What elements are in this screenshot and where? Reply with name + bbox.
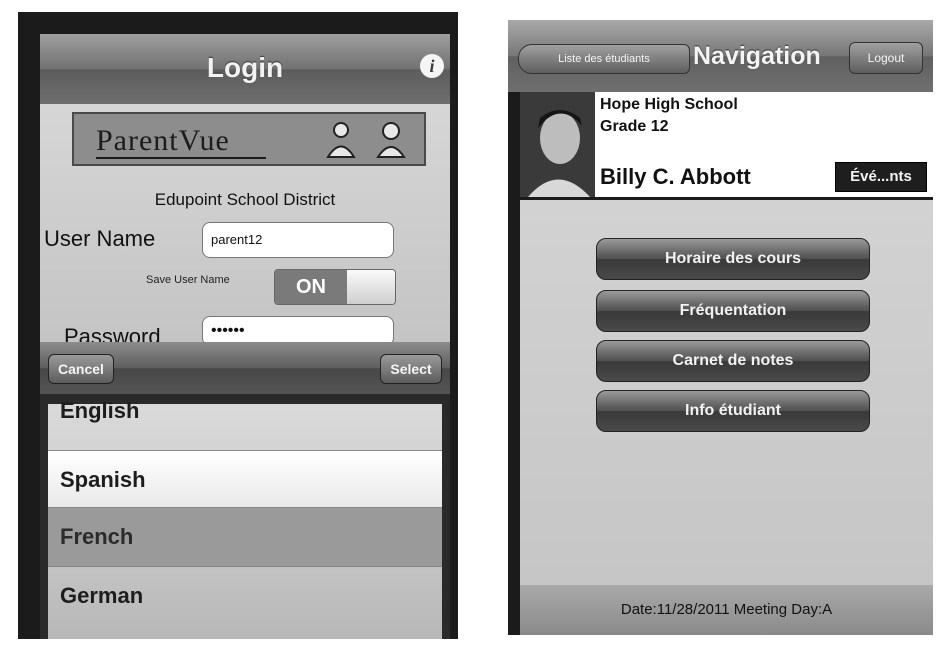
student-list-back-button[interactable]: Liste des étudiants [518,44,690,74]
district-name: Edupoint School District [154,190,336,209]
username-field[interactable]: parent12 [202,222,394,258]
toggle-knob [347,270,395,304]
date-status-bar: Date:11/28/2011 Meeting Day:A [520,585,933,635]
save-username-toggle[interactable]: ON [274,269,396,305]
picker-wheel[interactable]: English Spanish French German [48,398,442,639]
navigation-screen: Liste des étudiants Navigation Logout Ho… [508,20,933,635]
menu-student-info-button[interactable]: Info étudiant [596,390,870,432]
login-title: Login [206,52,284,83]
navigation-title: Navigation [693,42,821,70]
logout-button[interactable]: Logout [849,42,923,74]
student-card: Hope High School Grade 12 Billy C. Abbot… [520,92,933,197]
student-figure-icon [376,122,406,158]
logo-underline [96,157,266,159]
language-picker[interactable]: English Spanish French German [40,394,450,639]
login-form: ParentVue Edupoint School District User … [40,104,450,349]
picker-option-german[interactable]: German [48,566,442,624]
student-name: Billy C. Abbott [600,164,751,189]
events-button[interactable]: Évé...nts [835,162,927,192]
menu-gradebook-button[interactable]: Carnet de notes [596,340,870,382]
save-username-label: Save User Name [146,274,230,286]
school-name: Hope High School [600,96,738,113]
menu-schedule-button[interactable]: Horaire des cours [596,238,870,280]
district-name-row: Edupoint School District [40,190,450,210]
username-label: User Name [44,226,156,251]
select-button[interactable]: Select [380,354,442,384]
picker-option-english[interactable]: English [48,382,442,440]
cancel-button[interactable]: Cancel [48,354,114,384]
parentvue-logo: ParentVue [72,112,426,166]
toggle-on-label: ON [275,270,347,304]
login-screen: Login i ParentVue Edupoint School Distri… [18,12,458,639]
login-nav-bar: Login i [40,34,450,104]
navigation-menu: Horaire des cours Fréquentation Carnet d… [520,200,933,585]
picker-option-spanish[interactable]: Spanish [48,450,442,508]
menu-attendance-button[interactable]: Fréquentation [596,290,870,332]
parent-figure-icon [326,122,356,158]
info-icon[interactable]: i [420,54,444,78]
student-grade: Grade 12 [600,118,669,135]
student-photo [520,92,595,197]
navigation-nav-bar: Liste des étudiants Navigation Logout [508,20,933,92]
picker-option-french[interactable]: French [48,508,442,566]
student-portrait-icon [520,92,595,197]
logo-wordmark: ParentVue [96,124,230,157]
